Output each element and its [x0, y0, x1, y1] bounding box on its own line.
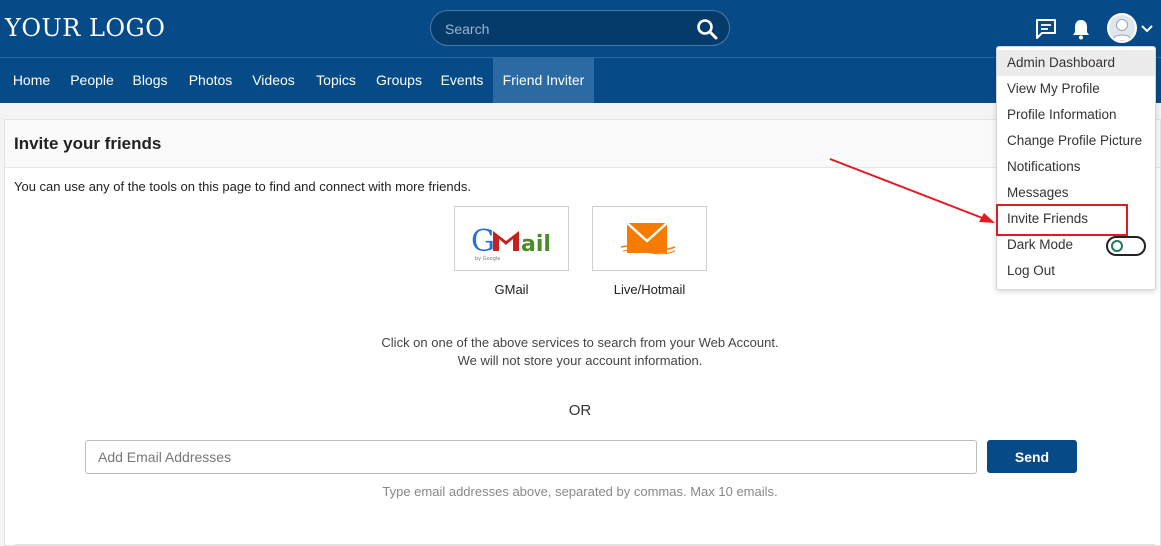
hotmail-provider-button[interactable] — [592, 206, 707, 271]
site-logo[interactable]: YOUR LOGO — [5, 14, 165, 42]
dark-mode-toggle[interactable] — [1106, 236, 1146, 256]
nav-item-people[interactable]: People — [63, 58, 121, 103]
search-input[interactable] — [445, 19, 685, 39]
invite-friends-card: Invite your friends You can use any of t… — [4, 119, 1161, 546]
or-divider: OR — [568, 402, 592, 419]
gmail-provider-button[interactable]: G ail by Google — [454, 206, 569, 271]
svg-text:ail: ail — [521, 232, 551, 257]
menu-item-view-my-profile[interactable]: View My Profile — [997, 76, 1155, 102]
nav-item-blogs[interactable]: Blogs — [121, 58, 179, 103]
gmail-label: GMail — [494, 282, 529, 297]
nav-item-events[interactable]: Events — [431, 58, 493, 103]
bell-icon[interactable] — [1069, 17, 1093, 41]
nav-item-friend-inviter[interactable]: Friend Inviter — [493, 58, 594, 103]
intro-text: You can use any of the tools on this pag… — [14, 179, 471, 194]
avatar[interactable] — [1107, 13, 1137, 43]
menu-item-invite-friends[interactable]: Invite Friends — [997, 206, 1155, 232]
card-header: Invite your friends — [5, 120, 1160, 168]
nav-item-videos[interactable]: Videos — [242, 58, 305, 103]
email-addresses-input[interactable] — [85, 440, 977, 474]
main-nav: Home People Blogs Photos Videos Topics G… — [0, 57, 1161, 103]
search-box — [430, 10, 730, 46]
menu-item-notifications[interactable]: Notifications — [997, 154, 1155, 180]
hotmail-label: Live/Hotmail — [613, 282, 686, 297]
search-icon[interactable] — [695, 17, 719, 41]
nav-item-photos[interactable]: Photos — [179, 58, 242, 103]
page-title: Invite your friends — [14, 134, 162, 153]
divider — [15, 544, 1155, 545]
menu-item-admin-dashboard[interactable]: Admin Dashboard — [997, 50, 1155, 76]
note-line-2: We will not store your account informati… — [457, 353, 703, 368]
svg-text:by Google: by Google — [475, 256, 500, 262]
toggle-knob — [1111, 240, 1123, 252]
email-hint: Type email addresses above, separated by… — [382, 484, 778, 499]
menu-item-log-out[interactable]: Log Out — [997, 258, 1155, 284]
chevron-down-icon[interactable] — [1140, 22, 1154, 36]
menu-item-change-profile-picture[interactable]: Change Profile Picture — [997, 128, 1155, 154]
nav-item-home[interactable]: Home — [0, 58, 63, 103]
nav-item-topics[interactable]: Topics — [305, 58, 367, 103]
user-dropdown-menu: Admin Dashboard View My Profile Profile … — [996, 46, 1156, 290]
chat-icon[interactable] — [1034, 17, 1058, 41]
top-bar: YOUR LOGO — [0, 0, 1161, 57]
send-button[interactable]: Send — [987, 440, 1077, 473]
nav-item-groups[interactable]: Groups — [367, 58, 431, 103]
svg-text:G: G — [471, 224, 495, 259]
user-silhouette-icon — [1111, 19, 1133, 41]
menu-item-profile-information[interactable]: Profile Information — [997, 102, 1155, 128]
hotmail-envelope-icon — [620, 222, 676, 255]
note-line-1: Click on one of the above services to se… — [381, 335, 779, 350]
gmail-logo: G ail by Google — [471, 224, 551, 262]
menu-item-messages[interactable]: Messages — [997, 180, 1155, 206]
